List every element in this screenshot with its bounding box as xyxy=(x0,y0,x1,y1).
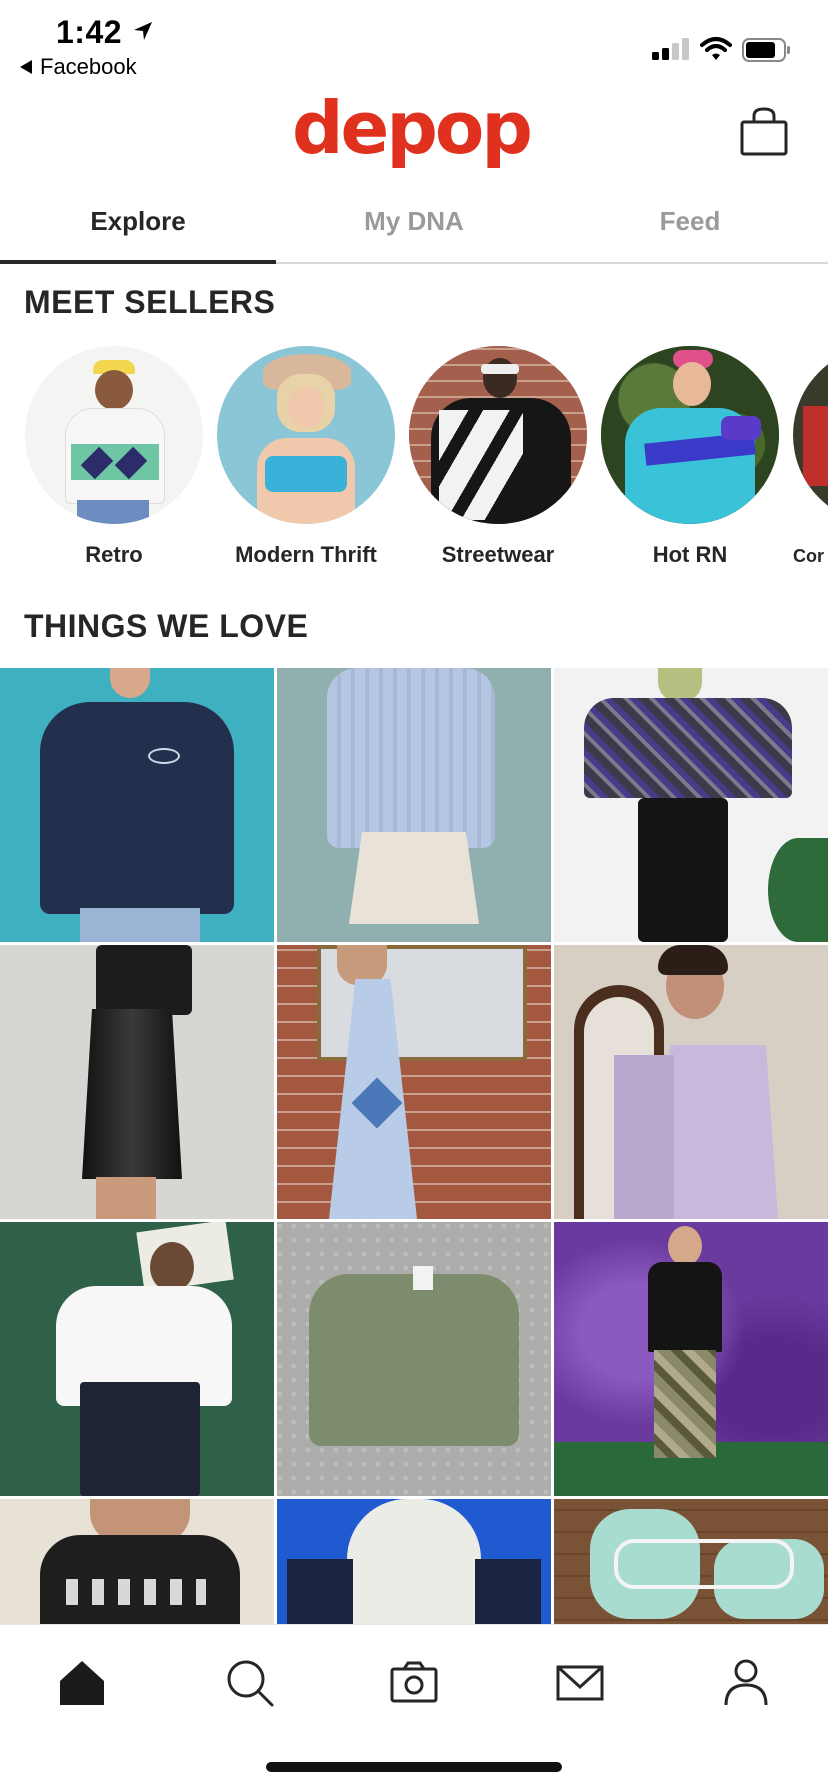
seller-label-modern-thrift: Modern Thrift xyxy=(235,542,377,567)
cellular-signal-icon xyxy=(652,38,689,60)
things-we-love-heading: THINGS WE LOVE xyxy=(24,608,309,644)
tab-my-dna[interactable]: My DNA xyxy=(276,182,552,262)
home-icon[interactable] xyxy=(54,1655,110,1711)
seller-avatar-streetwear xyxy=(409,346,587,524)
green-sweatshirt-photo[interactable] xyxy=(277,1222,551,1496)
back-to-app-link[interactable]: Facebook xyxy=(20,54,137,80)
location-arrow-icon xyxy=(134,22,152,40)
blue-maxi-dress-photo[interactable] xyxy=(277,945,551,1219)
wifi-icon xyxy=(700,37,732,60)
white-ruffle-blouse-photo[interactable] xyxy=(0,1222,274,1496)
sellers-carousel[interactable]: Retro Modern Thrift Streetwear Hot RN Co… xyxy=(0,346,828,576)
seller-label-hot-rn: Hot RN xyxy=(652,542,728,567)
seller-hot-rn[interactable]: Hot RN xyxy=(601,346,779,568)
seller-label-retro: Retro xyxy=(85,542,143,567)
lavender-strapless-dress-photo[interactable] xyxy=(554,945,828,1219)
seller-avatar-partial xyxy=(793,346,828,524)
black-graphic-tee-photo[interactable] xyxy=(0,1499,274,1624)
back-app-label: Facebook xyxy=(40,54,137,79)
blue-knit-sweater-photo[interactable] xyxy=(277,668,551,942)
seller-retro[interactable]: Retro xyxy=(25,346,203,568)
product-grid xyxy=(0,668,828,1624)
battery-icon xyxy=(742,38,790,62)
shopping-bag-icon[interactable] xyxy=(738,106,790,158)
status-time: 1:42 xyxy=(56,14,123,50)
seller-partial[interactable]: Cor xyxy=(793,346,828,567)
leather-skirt-corset-photo[interactable] xyxy=(0,945,274,1219)
tab-feed[interactable]: Feed xyxy=(552,182,828,262)
camera-icon[interactable] xyxy=(386,1655,442,1711)
seller-label-partial: Cor xyxy=(793,546,824,566)
depop-logo[interactable]: depop xyxy=(292,92,533,164)
meet-sellers-heading: MEET SELLERS xyxy=(24,284,276,320)
seller-streetwear[interactable]: Streetwear xyxy=(409,346,587,568)
back-triangle-icon xyxy=(20,60,32,74)
black-tee-camo-pants-photo[interactable] xyxy=(554,1222,828,1496)
app-header: depop xyxy=(0,84,828,180)
top-tabs: Explore My DNA Feed xyxy=(0,182,828,264)
mail-icon[interactable] xyxy=(552,1655,608,1711)
seller-avatar-retro xyxy=(25,346,203,524)
home-indicator[interactable] xyxy=(266,1762,562,1772)
seller-label-streetwear: Streetwear xyxy=(441,542,555,567)
tab-explore[interactable]: Explore xyxy=(0,182,276,264)
status-bar: 1:42 Facebook xyxy=(0,0,828,84)
profile-icon[interactable] xyxy=(718,1655,774,1711)
mint-sneakers-photo[interactable] xyxy=(554,1499,828,1624)
navy-sweatshirt-photo[interactable] xyxy=(0,668,274,942)
patterned-sweater-leather-skirt-photo[interactable] xyxy=(554,668,828,942)
seller-avatar-modern-thrift xyxy=(217,346,395,524)
search-icon[interactable] xyxy=(222,1655,278,1711)
seller-avatar-hot-rn xyxy=(601,346,779,524)
fila-hoodie-photo[interactable] xyxy=(277,1499,551,1624)
seller-modern-thrift[interactable]: Modern Thrift xyxy=(217,346,395,568)
